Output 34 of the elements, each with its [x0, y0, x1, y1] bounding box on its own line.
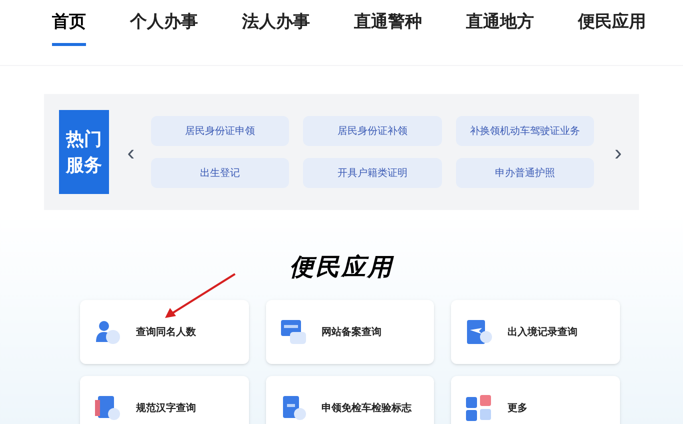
app-label: 查询同名人数 [136, 326, 196, 340]
previous-button[interactable]: ‹ [125, 136, 137, 168]
service-button[interactable]: 居民身份证补领 [303, 116, 442, 146]
airplane-document-icon [465, 318, 494, 346]
person-icon [94, 318, 122, 346]
service-button[interactable]: 补换领机动车驾驶证业务 [456, 116, 594, 146]
app-label: 网站备案查询 [322, 325, 382, 340]
website-icon [280, 318, 308, 346]
hot-services-label: 热门 [66, 128, 102, 151]
app-card[interactable]: 查询同名人数 [80, 300, 249, 364]
app-card[interactable]: 更多 [451, 376, 620, 424]
tiles-icon [465, 394, 494, 422]
document-icon [94, 394, 122, 422]
nav-tab[interactable]: 首页 [52, 9, 86, 46]
nav-tab[interactable]: 法人办事 [242, 9, 310, 46]
hot-services-label: 服务 [66, 154, 102, 177]
service-button[interactable]: 居民身份证申领 [150, 116, 290, 146]
app-card[interactable]: 出入境记录查询 [451, 300, 620, 364]
app-label: 出入境记录查询 [507, 325, 578, 340]
nav-tab[interactable]: 直通地方 [466, 9, 534, 46]
service-button[interactable]: 申办普通护照 [456, 158, 594, 188]
service-button[interactable]: 开具户籍类证明 [303, 158, 442, 188]
app-card[interactable]: 规范汉字查询 [80, 376, 249, 424]
app-card[interactable]: 网站备案查询 [266, 300, 434, 364]
next-button[interactable]: › [612, 136, 624, 168]
app-label: 规范汉字查询 [136, 401, 196, 416]
service-button[interactable]: 出生登记 [150, 158, 290, 188]
app-label: 申领免检车检验标志 [322, 401, 412, 416]
nav-tab[interactable]: 直通警种 [354, 9, 422, 46]
app-label: 更多 [507, 402, 528, 416]
nav-tab[interactable]: 便民应用 [578, 9, 646, 46]
section-title: 便民应用 [288, 253, 395, 283]
app-card[interactable]: 申领免检车检验标志 [266, 376, 434, 424]
nav-tab[interactable]: 个人办事 [130, 9, 198, 46]
